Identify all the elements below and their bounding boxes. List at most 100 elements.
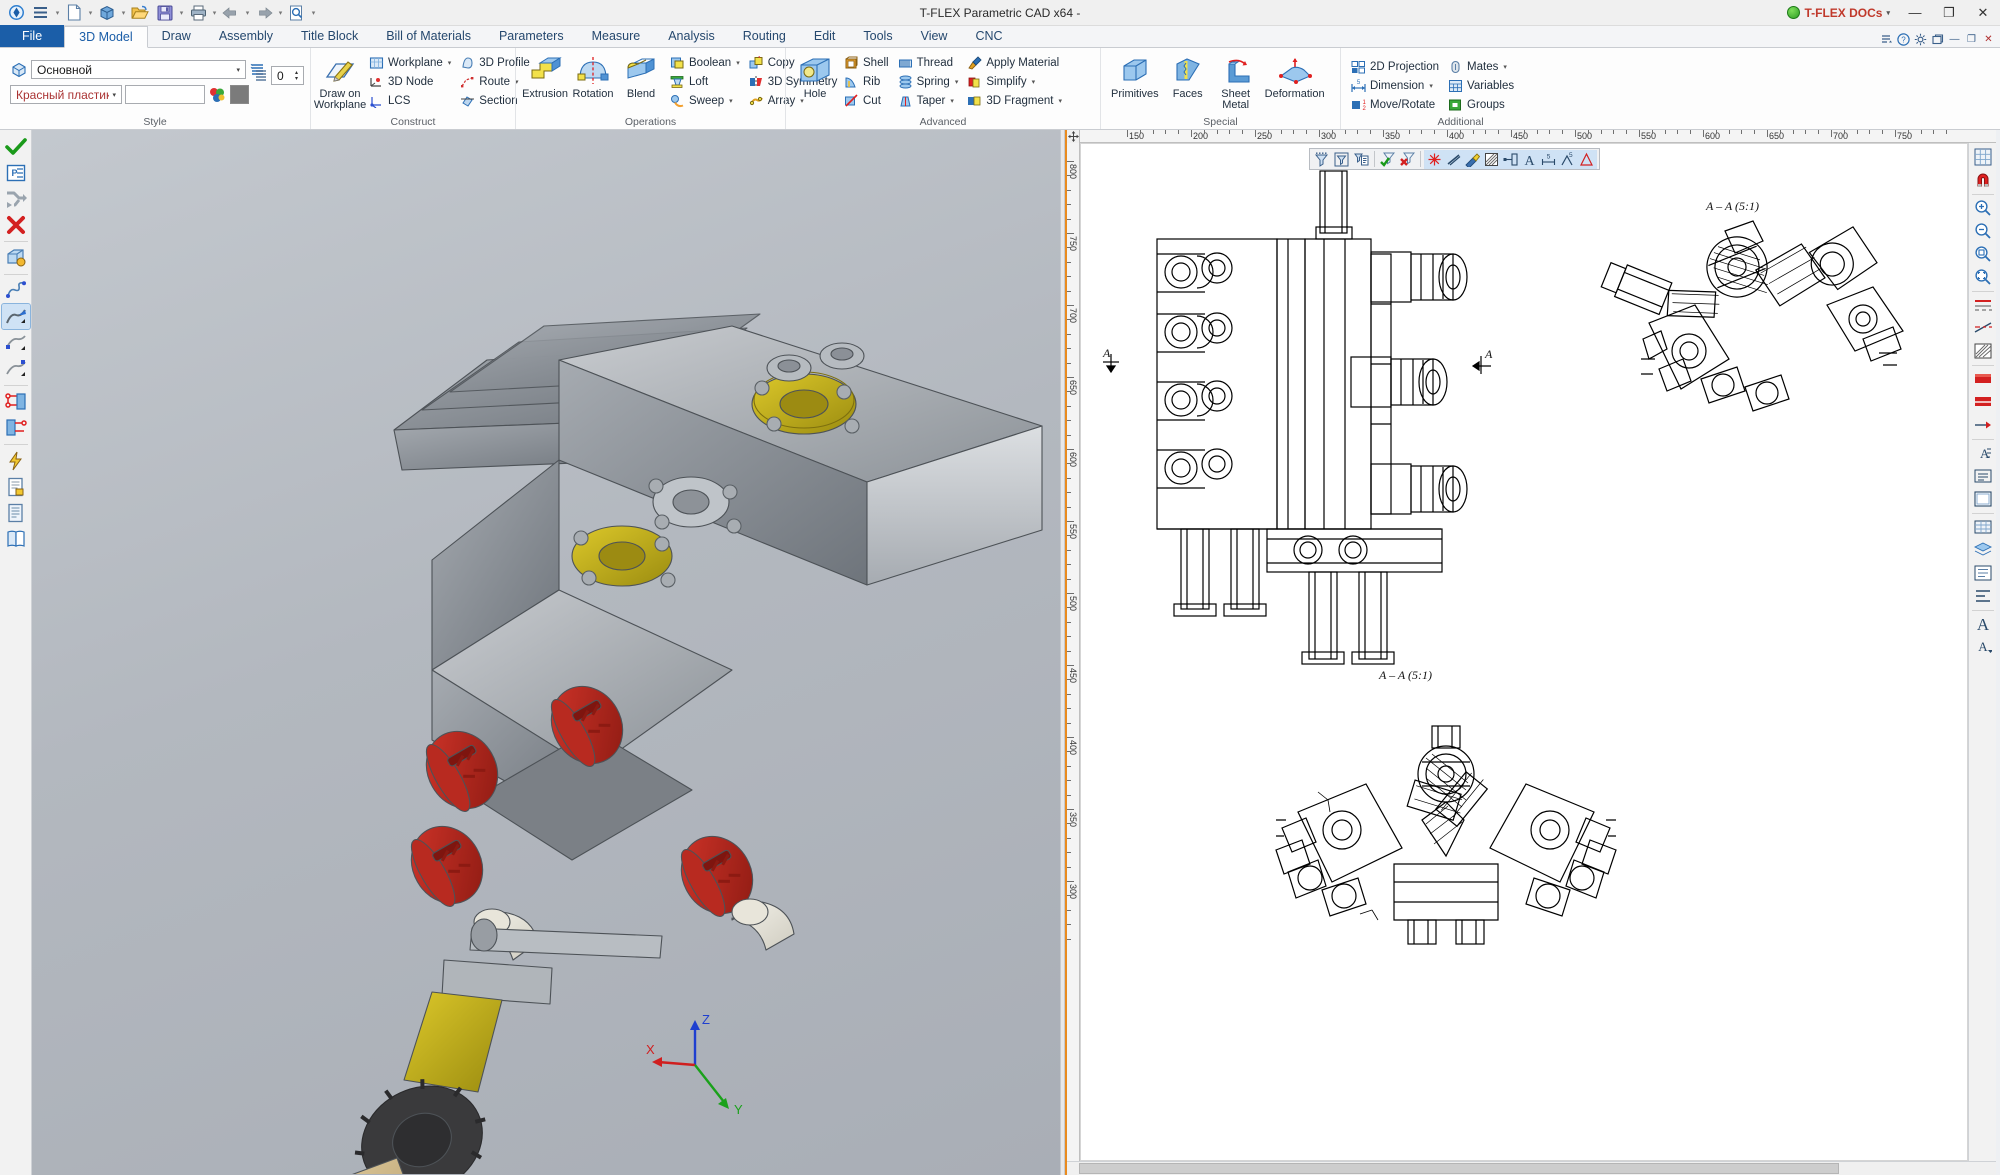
curve-end-icon[interactable]	[2, 356, 30, 381]
zoom-out-icon[interactable]	[1970, 220, 1995, 242]
primitives-button[interactable]: Primitives	[1107, 54, 1163, 101]
chevron-down-icon[interactable]: ▾	[950, 97, 954, 105]
align-icon[interactable]	[1970, 585, 1995, 607]
2d-drawing-canvas[interactable]: A 5 5 A A A – A (5:1) A – A (5:1)	[1080, 143, 1968, 1161]
new-document-icon[interactable]	[62, 2, 86, 24]
maximize-button[interactable]: ❐	[1932, 0, 1966, 26]
layers-icon[interactable]	[1970, 539, 1995, 561]
tab-title-block[interactable]: Title Block	[287, 25, 372, 47]
thread-button[interactable]: Thread	[894, 53, 962, 72]
tab-draw[interactable]: Draw	[148, 25, 205, 47]
filter-reject-icon[interactable]	[1398, 150, 1417, 169]
tab-parameters[interactable]: Parameters	[485, 25, 578, 47]
select-node-icon[interactable]	[1425, 149, 1444, 169]
chevron-down-icon[interactable]: ▾	[736, 59, 740, 67]
sweep-button[interactable]: Sweep ▾	[666, 91, 743, 110]
chevron-down-icon[interactable]: ▾	[448, 59, 452, 67]
doc-restore-icon[interactable]: ❐	[1964, 31, 1979, 47]
select-dimension-icon[interactable]: 5	[1539, 149, 1558, 169]
apply-material-button[interactable]: Apply Material	[963, 53, 1065, 72]
red-mark-icon[interactable]	[1970, 368, 1995, 390]
new-3d-model-icon[interactable]	[95, 2, 119, 24]
book-icon[interactable]	[2, 526, 30, 551]
doc-minimize-icon[interactable]: —	[1947, 31, 1962, 47]
chevron-down-icon[interactable]: ▾	[233, 66, 243, 74]
tab-tools[interactable]: Tools	[849, 25, 906, 47]
tab-file[interactable]: File	[0, 25, 65, 47]
save-icon[interactable]	[153, 2, 177, 24]
taper-button[interactable]: Taper ▾	[894, 91, 962, 110]
select-tolerance-icon[interactable]	[1577, 149, 1596, 169]
select-text-icon[interactable]: A	[1520, 149, 1539, 169]
select-leader-icon[interactable]	[1501, 149, 1520, 169]
cut-button[interactable]: Cut	[840, 91, 892, 110]
chevron-down-icon[interactable]: ▾	[729, 97, 733, 105]
filter-accept-icon[interactable]	[1378, 150, 1397, 169]
scrollbar-thumb[interactable]	[1079, 1163, 1839, 1174]
customize-qat-icon[interactable]: ▾	[310, 2, 317, 24]
zoom-in-icon[interactable]	[1970, 197, 1995, 219]
parameters-icon[interactable]: P	[2, 160, 30, 185]
select-roughness-icon[interactable]: 5	[1558, 149, 1577, 169]
properties-icon[interactable]	[285, 2, 309, 24]
color-palette-icon[interactable]	[208, 86, 227, 104]
list-icon[interactable]	[1970, 562, 1995, 584]
tab-cnc[interactable]: CNC	[961, 25, 1016, 47]
more-icon[interactable]: A	[1970, 636, 1995, 658]
tab-bill-of-materials[interactable]: Bill of Materials	[372, 25, 485, 47]
undo-dropdown-icon[interactable]: ▾	[244, 2, 251, 24]
tab-measure[interactable]: Measure	[578, 25, 655, 47]
text-big-a-icon[interactable]: A	[1970, 613, 1995, 635]
magnet-icon[interactable]	[1970, 169, 1995, 191]
construction-line-icon[interactable]	[1970, 317, 1995, 339]
secondary-style-combo[interactable]	[125, 85, 205, 104]
text-frame-icon[interactable]	[1970, 465, 1995, 487]
page-frame-icon[interactable]	[1970, 488, 1995, 510]
chevron-down-icon[interactable]: ▾	[1503, 63, 1507, 71]
level-stepper[interactable]: 0 ▴ ▾	[271, 66, 304, 85]
3d-fragment-button[interactable]: 3D Fragment ▾	[963, 91, 1065, 110]
undo-icon[interactable]	[219, 2, 243, 24]
tab-edit[interactable]: Edit	[800, 25, 850, 47]
spring-button[interactable]: Spring ▾	[894, 72, 962, 91]
mates-button[interactable]: Mates ▾	[1444, 57, 1517, 76]
loft-button[interactable]: Loft	[666, 72, 743, 91]
3d-node-button[interactable]: 3D Node	[365, 72, 454, 91]
chevron-down-icon[interactable]: ▾	[1058, 97, 1062, 105]
redo-icon[interactable]	[252, 2, 276, 24]
zoom-window-icon[interactable]	[1970, 243, 1995, 265]
help-icon[interactable]: ?	[1896, 31, 1911, 47]
flash-icon[interactable]	[2, 448, 30, 473]
arrow-style-icon[interactable]	[1970, 414, 1995, 436]
chevron-down-icon[interactable]: ▾	[1032, 78, 1036, 86]
lcs-button[interactable]: LCS	[365, 91, 454, 110]
draw-on-workplane-button[interactable]: Draw on Workplane	[314, 54, 366, 112]
layer-combo[interactable]: Основной ▾	[31, 60, 246, 79]
tab-assembly[interactable]: Assembly	[205, 25, 287, 47]
blue-mark-icon[interactable]	[1970, 391, 1995, 413]
save-dropdown-icon[interactable]: ▾	[178, 2, 185, 24]
print-icon[interactable]	[186, 2, 210, 24]
constraint-left-icon[interactable]	[2, 389, 30, 414]
t-flex-docs-dropdown-icon[interactable]: ▾	[1886, 9, 1890, 17]
filter-box-icon[interactable]	[1332, 150, 1351, 169]
select-construction-icon[interactable]	[1463, 149, 1482, 169]
line-style-icon[interactable]	[1970, 294, 1995, 316]
workplane-button[interactable]: Workplane ▾	[365, 53, 454, 72]
tab-3d-model[interactable]: 3D Model	[64, 26, 148, 48]
new-document-dropdown-icon[interactable]: ▾	[87, 2, 94, 24]
redo-dropdown-icon[interactable]: ▾	[277, 2, 284, 24]
tab-view[interactable]: View	[907, 25, 962, 47]
sheet-metal-button[interactable]: Sheet Metal	[1213, 54, 1259, 112]
hatch-style-icon[interactable]	[1970, 340, 1995, 362]
horizontal-scrollbar[interactable]	[1067, 1161, 1996, 1175]
chevron-down-icon[interactable]: ▾	[109, 91, 119, 99]
grid-icon[interactable]	[1970, 146, 1995, 168]
rotation-button[interactable]: Rotation	[570, 54, 616, 101]
text-style-a-icon[interactable]: A	[1970, 442, 1995, 464]
boolean-button[interactable]: Boolean ▾	[666, 53, 743, 72]
3d-model-viewport[interactable]: Z X Y	[32, 130, 1060, 1175]
constraint-right-icon[interactable]	[2, 415, 30, 440]
faces-button[interactable]: Faces	[1165, 54, 1211, 101]
deformation-button[interactable]: Deformation	[1261, 54, 1329, 101]
